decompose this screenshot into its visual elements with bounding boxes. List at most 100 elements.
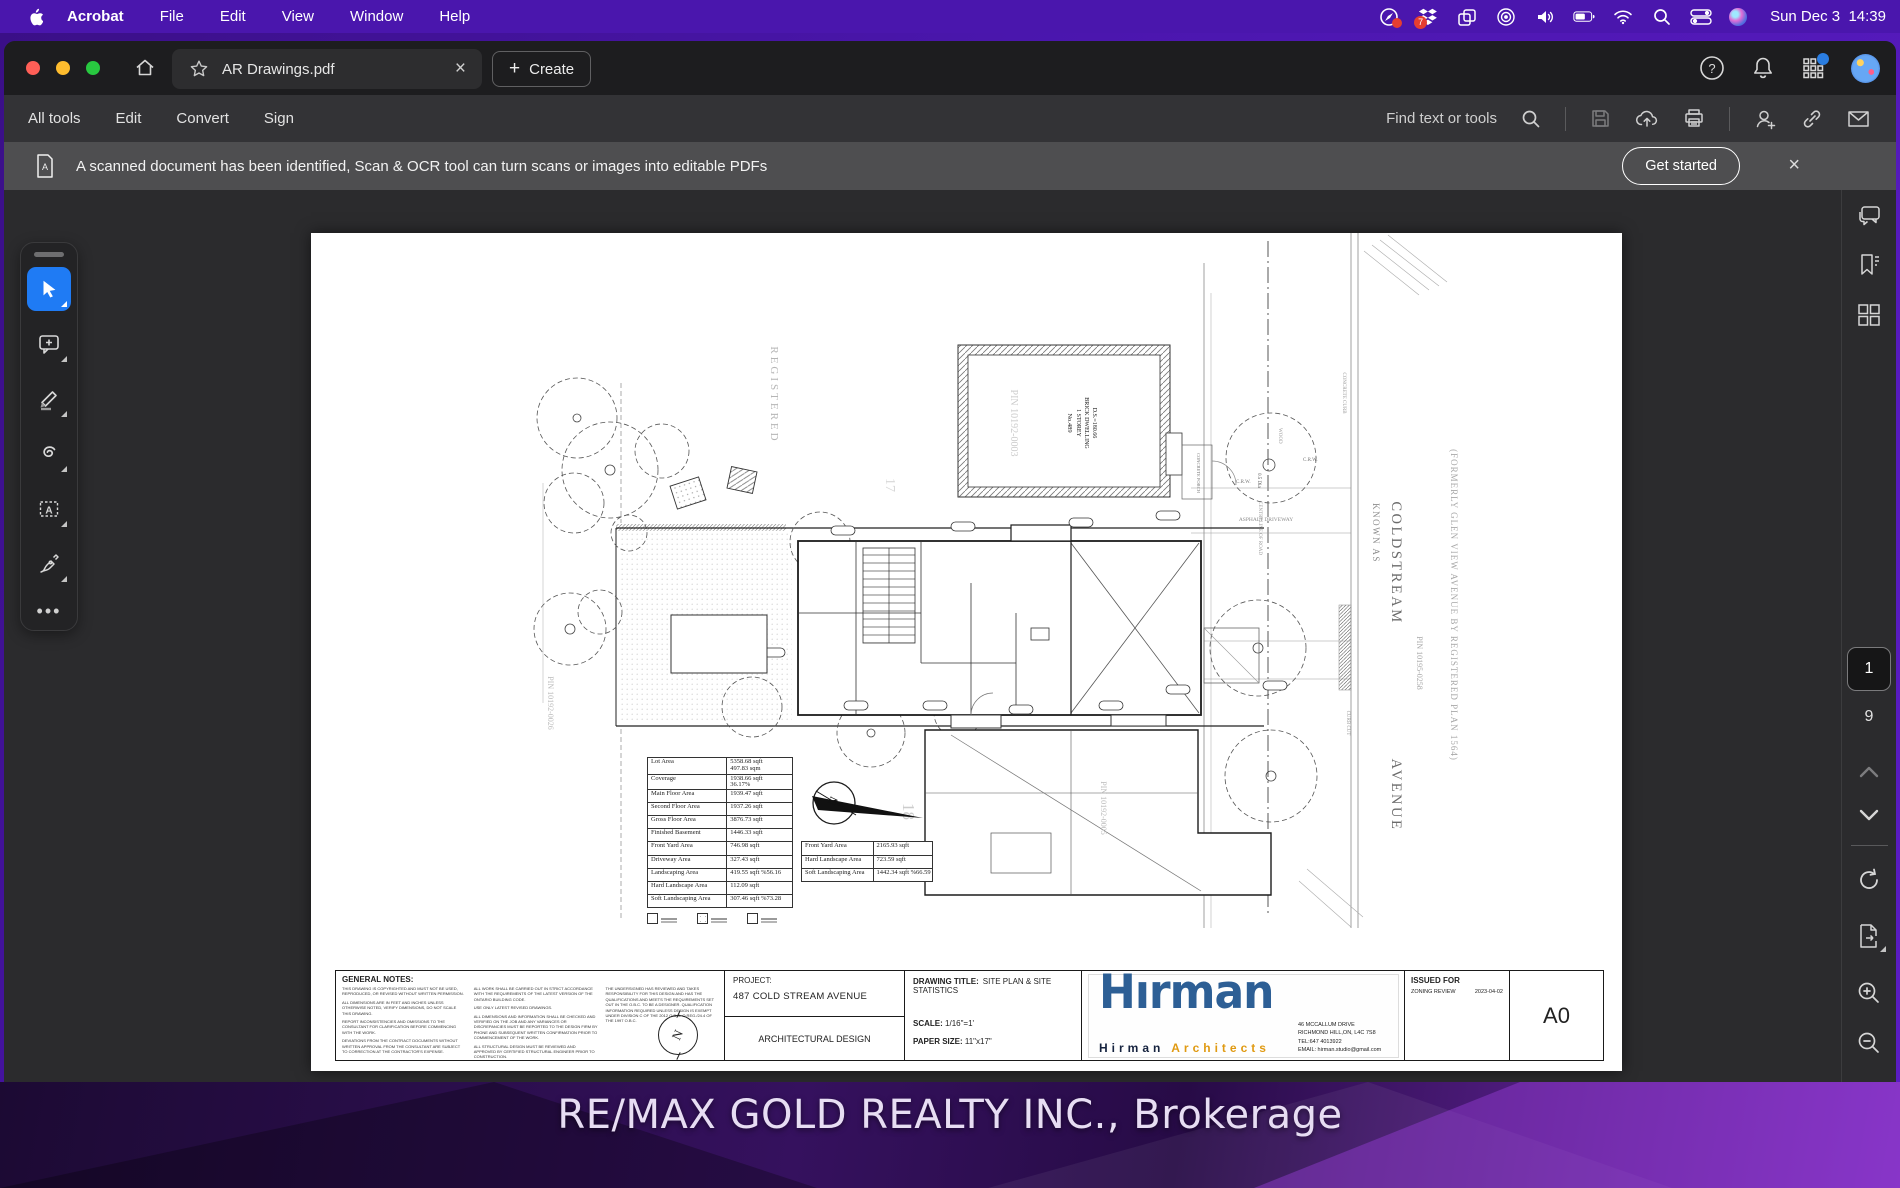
svg-text:A: A [42, 162, 48, 172]
screen-mirroring-icon[interactable] [1495, 6, 1517, 28]
desktop-wallpaper-banner: RE/MAX GOLD REALTY INC., Brokerage [0, 1082, 1900, 1188]
menu-file[interactable]: File [160, 8, 184, 25]
tab-edit[interactable]: Edit [116, 110, 142, 127]
minimize-window-button[interactable] [56, 61, 70, 75]
lot-17-label: 17 [882, 478, 897, 492]
table-row: Front Yard Area2165.93 sqft [802, 842, 932, 855]
pin-south-label: PIN 10192-0005 [1099, 781, 1108, 835]
apple-menu[interactable] [26, 7, 43, 26]
zoom-out-button[interactable] [1856, 1030, 1882, 1056]
more-tools-button[interactable]: ••• [37, 601, 62, 622]
apple-icon [26, 7, 43, 26]
rotate-page-button[interactable] [1855, 866, 1883, 894]
previous-page-button[interactable] [1857, 765, 1881, 779]
pin-west-label: PIN 10192-0026 [546, 676, 555, 730]
window-tabbar: AR Drawings.pdf × + Create ? [4, 41, 1896, 95]
table-row: Second Floor Area1937.26 sqft [648, 802, 792, 815]
comment-bubble-icon [37, 332, 61, 356]
palette-drag-handle[interactable] [34, 252, 64, 257]
wifi-icon[interactable] [1612, 6, 1634, 28]
share-link-button[interactable] [1801, 108, 1823, 130]
street-name: COLDSTREAM [1388, 501, 1404, 624]
menubar-clock[interactable]: Sun Dec 3 14:39 [1770, 8, 1886, 25]
request-signature-button[interactable] [1754, 108, 1777, 130]
svg-text:A: A [45, 506, 52, 517]
neighbour-pin: PIN 10192-0003 [1008, 390, 1019, 457]
legend-item [747, 913, 777, 924]
sheet-number: A0 [1510, 971, 1603, 1060]
quick-tools-palette: A ••• [20, 242, 78, 631]
menu-window[interactable]: Window [350, 8, 403, 25]
table-row: Gross Floor Area3876.73 sqft [648, 815, 792, 828]
highlight-tool-button[interactable] [27, 377, 71, 421]
street-pin: PIN 10195-0258 [1415, 636, 1424, 690]
asphalt-driveway-label: ASPHALT DRIVEWAY [1239, 517, 1293, 523]
get-started-button[interactable]: Get started [1622, 147, 1740, 185]
battery-icon[interactable] [1573, 6, 1595, 28]
close-tab-icon[interactable]: × [455, 58, 466, 80]
control-center-icon[interactable] [1690, 6, 1712, 28]
close-window-button[interactable] [26, 61, 40, 75]
menu-help[interactable]: Help [439, 8, 470, 25]
menubar-app-name[interactable]: Acrobat [67, 8, 124, 25]
banner-message: A scanned document has been identified, … [76, 158, 767, 175]
cursor-icon [38, 278, 60, 300]
street-known-as: KNOWN AS [1371, 503, 1381, 563]
print-button[interactable] [1683, 108, 1705, 129]
menu-edit[interactable]: Edit [220, 8, 246, 25]
select-text-tool-button[interactable]: A [27, 487, 71, 531]
fountain-pen-icon [37, 552, 61, 576]
spotlight-icon[interactable] [1651, 6, 1673, 28]
current-page-input[interactable]: 1 [1847, 647, 1891, 691]
tab-sign[interactable]: Sign [264, 110, 294, 127]
notification-dot [1392, 18, 1402, 28]
concrete-curb-label: CONCRETE CURB [1341, 372, 1346, 414]
comments-panel-button[interactable] [1856, 204, 1882, 230]
extract-pages-button[interactable] [1856, 922, 1882, 950]
menu-view[interactable]: View [282, 8, 314, 25]
help-button[interactable]: ? [1699, 55, 1725, 81]
create-button[interactable]: + Create [492, 51, 591, 87]
dropbox-icon[interactable]: 7 [1417, 6, 1439, 28]
notifications-bell-button[interactable] [1751, 55, 1775, 81]
table-row: Main Floor Area1939.47 sqft [648, 789, 792, 802]
acrobat-toolbar: All tools Edit Convert Sign Find text or… [4, 95, 1896, 142]
fill-sign-tool-button[interactable] [27, 542, 71, 586]
tab-all-tools[interactable]: All tools [28, 110, 81, 127]
save-button[interactable] [1590, 108, 1611, 129]
zoom-window-button[interactable] [86, 61, 100, 75]
email-button[interactable] [1847, 109, 1870, 129]
apps-notification-dot [1817, 53, 1829, 65]
acrobat-window: AR Drawings.pdf × + Create ? All tools E… [4, 41, 1896, 1082]
drawing-title-label: DRAWING TITLE: [913, 977, 979, 986]
favorite-star-icon[interactable] [188, 58, 210, 80]
displays-icon[interactable] [1456, 6, 1478, 28]
page-thumbnails-button[interactable] [1856, 302, 1882, 328]
safari-status-icon[interactable] [1378, 6, 1400, 28]
table-row: Hard Landscape Area112.09 sqft [648, 881, 792, 894]
select-tool-button[interactable] [27, 267, 71, 311]
siri-icon[interactable] [1729, 8, 1747, 26]
find-text-label[interactable]: Find text or tools [1386, 110, 1497, 127]
pdf-page[interactable]: KNOWN AS COLDSTREAM AVENUE (FORMERLY GLE… [311, 233, 1622, 1071]
zoom-in-button[interactable] [1856, 980, 1882, 1006]
apps-grid-button[interactable] [1801, 56, 1825, 80]
proposed-house [798, 525, 1259, 728]
next-page-button[interactable] [1857, 808, 1881, 822]
home-button[interactable] [134, 57, 156, 79]
search-icon[interactable] [1521, 109, 1541, 129]
general-notes-heading: GENERAL NOTES: [342, 975, 718, 984]
registered-label: REGISTERED [768, 346, 780, 443]
tab-convert[interactable]: Convert [176, 110, 229, 127]
comment-tool-button[interactable] [27, 322, 71, 366]
volume-icon[interactable] [1534, 6, 1556, 28]
title-block: GENERAL NOTES: THIS DRAWING IS COPYRIGHT… [335, 970, 1604, 1061]
upload-cloud-button[interactable] [1635, 108, 1659, 129]
wood-label: WOOD [1277, 428, 1282, 444]
document-tab[interactable]: AR Drawings.pdf × [172, 49, 482, 89]
dismiss-banner-icon[interactable]: × [1788, 154, 1800, 177]
account-avatar[interactable] [1851, 54, 1880, 83]
bookmarks-panel-button[interactable] [1856, 252, 1882, 278]
neighbour-dwelling-north: PIN 10192-0003 No.489 1 STOREY BRICK DWE… [958, 345, 1316, 503]
lasso-tool-button[interactable] [27, 432, 71, 476]
